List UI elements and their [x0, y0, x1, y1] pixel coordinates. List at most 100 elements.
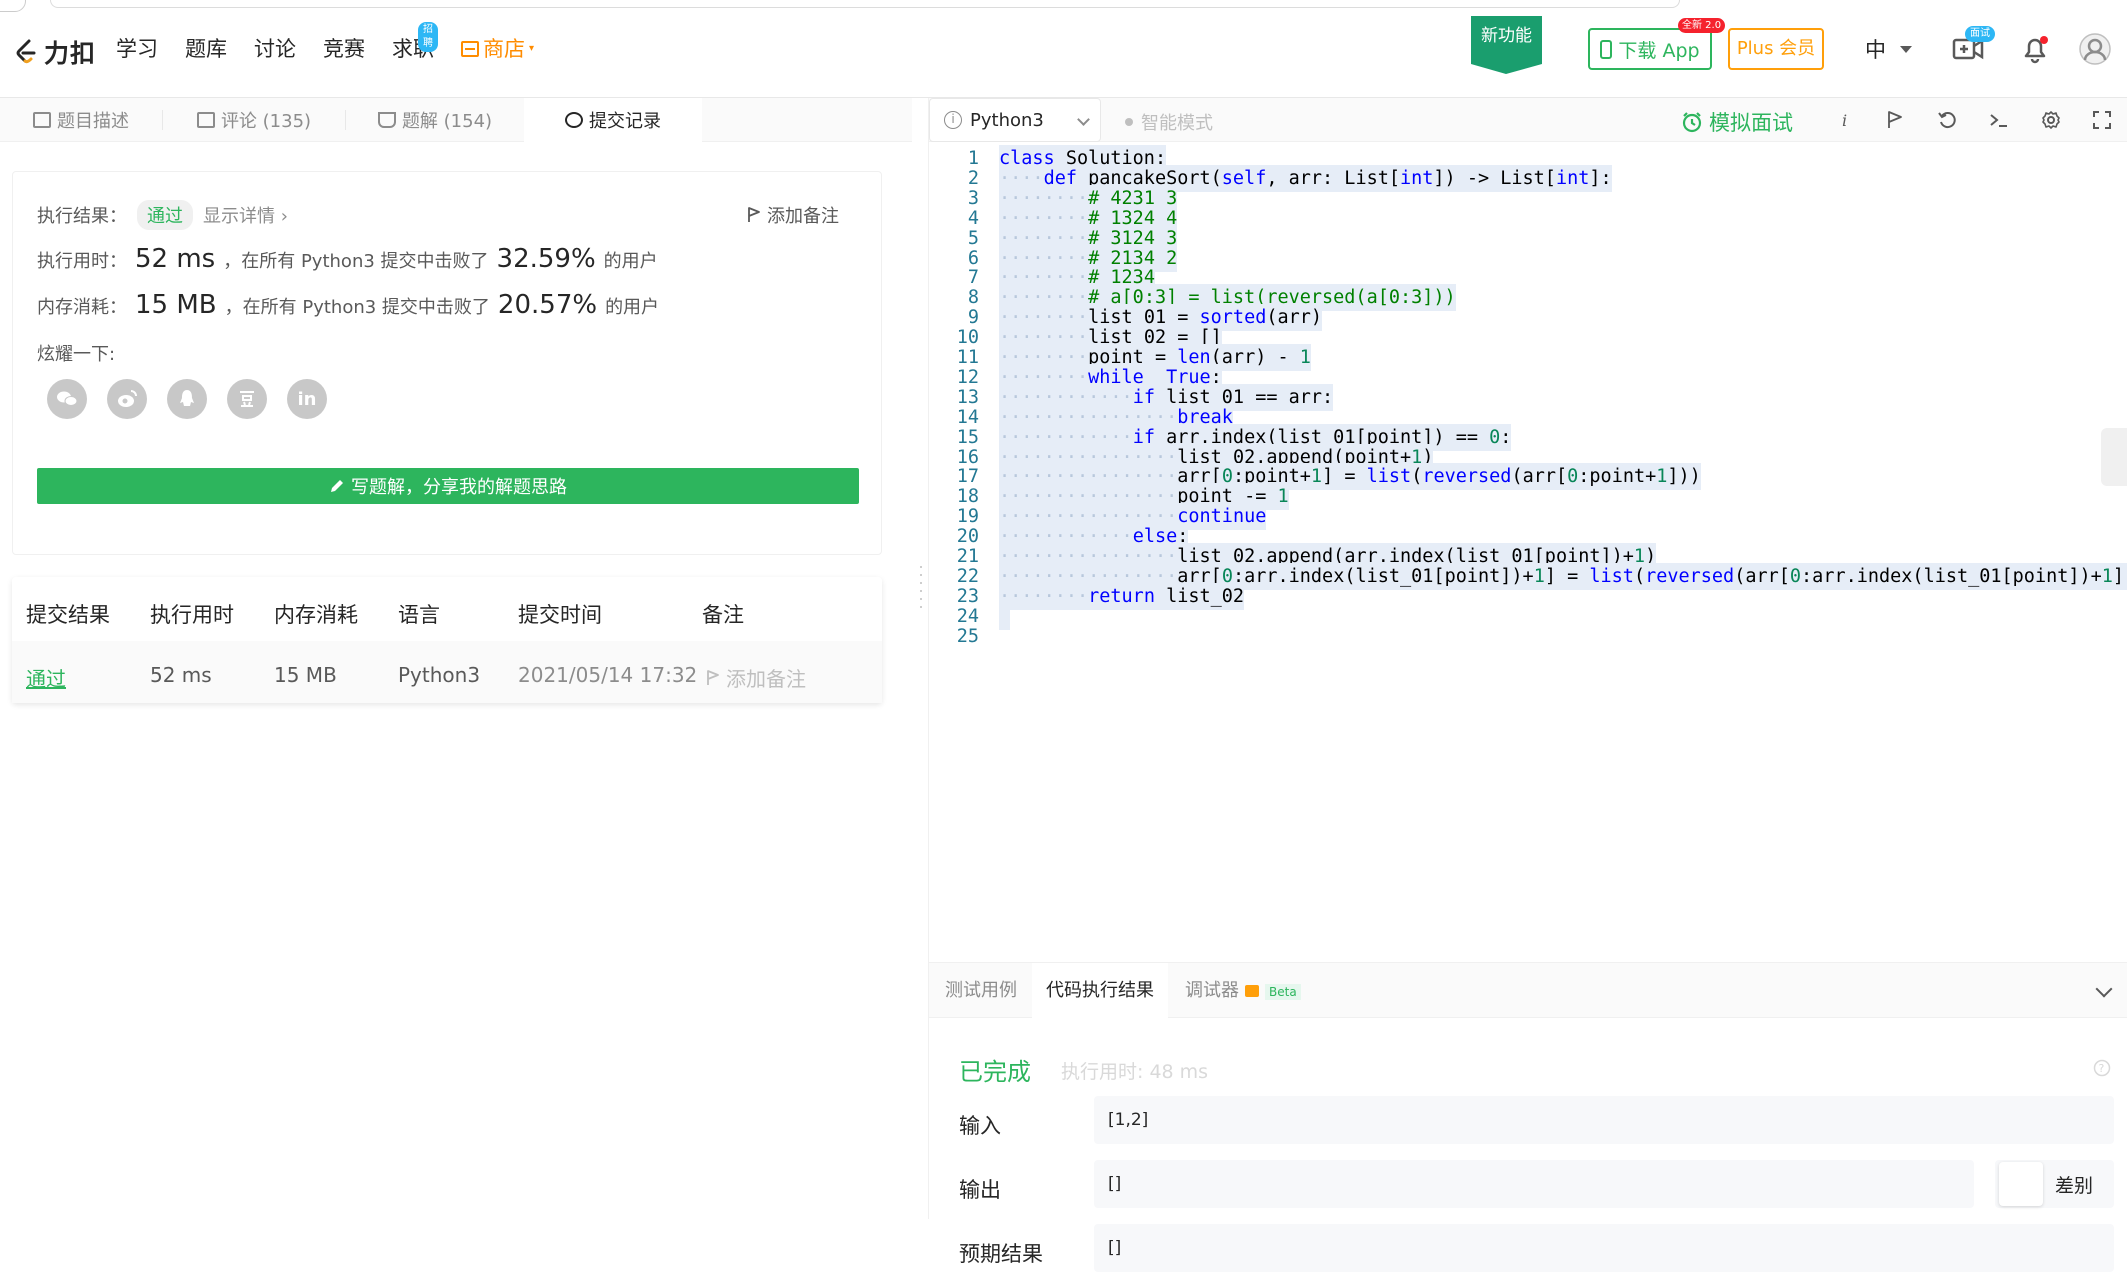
runtime-label: 执行用时：: [37, 251, 127, 272]
tab-comments[interactable]: 评论 (135): [163, 98, 345, 142]
pencil-icon: [331, 480, 343, 492]
row-add-note-button[interactable]: 添加备注: [706, 663, 806, 692]
submissions-table: 提交结果 执行用时 内存消耗 语言 提交时间 备注 通过 52 ms 15 MB…: [12, 577, 882, 703]
runtime-text: ，在所有 Python3 提交中击败了: [223, 251, 489, 272]
nav-store[interactable]: 商店 ▾: [461, 34, 534, 64]
phone-icon: [1600, 39, 1613, 59]
row-submit-time: 2021/05/14 17:32: [518, 663, 698, 687]
store-icon: [461, 41, 479, 57]
wechat-icon[interactable]: [47, 379, 87, 419]
table-row[interactable]: 通过 52 ms 15 MB Python3 2021/05/14 17:32 …: [12, 641, 882, 703]
clock-icon: [565, 112, 583, 128]
submission-panel: 执行结果： 通过 显示详情 › 添加备注 执行用时： 52 ms ，在所有 Py…: [0, 142, 912, 1219]
output-label: 输出: [959, 1178, 1001, 1202]
problem-tabs: 题目描述 评论 (135) 题解 (154) 提交记录: [0, 98, 912, 142]
input-label: 输入: [959, 1114, 1001, 1138]
interview-badge: 面试: [1965, 26, 1995, 42]
jobs-badge: 招聘: [418, 22, 438, 52]
nav-jobs[interactable]: 求职 招聘: [392, 22, 438, 64]
language-switch[interactable]: 中: [1865, 34, 1912, 64]
logo-text: 力扣: [44, 39, 97, 68]
language-select[interactable]: i Python3: [929, 98, 1101, 142]
panel-resize-handle[interactable]: [919, 560, 923, 620]
tab-testcase[interactable]: 测试用例: [945, 963, 1017, 1019]
tab-description-label: 题目描述: [57, 111, 129, 132]
run-exec-time: 执行用时: 48 ms: [1061, 1061, 1209, 1083]
show-detail-label: 显示详情: [203, 206, 275, 227]
nav-contest[interactable]: 竞赛: [323, 34, 365, 64]
language-label: 中: [1865, 38, 1886, 62]
smart-mode-dot-icon: [1125, 118, 1133, 126]
console-tabs: 测试用例 代码执行结果 调试器 Beta: [929, 962, 2127, 1019]
plus-member-button[interactable]: Plus 会员: [1728, 28, 1824, 70]
tab-submissions-label: 提交记录: [589, 111, 661, 132]
share-icons: in: [47, 379, 327, 419]
tab-comments-label: 评论 (135): [220, 111, 312, 132]
leetcode-logo[interactable]: 力扣: [12, 34, 96, 70]
tab-run-result[interactable]: 代码执行结果: [1032, 963, 1168, 1019]
tab-solutions-label: 题解 (154): [401, 111, 493, 132]
nav-problems[interactable]: 题库: [185, 34, 227, 64]
memory-value: 15 MB: [135, 290, 217, 320]
diff-toggle[interactable]: 差别: [1995, 1160, 2114, 1208]
description-icon: [33, 112, 51, 128]
show-detail-link[interactable]: 显示详情 ›: [203, 202, 288, 228]
write-solution-button[interactable]: 写题解，分享我的解题思路: [37, 468, 859, 504]
editor-panel: i Python3 智能模式 模拟面试 i 1 class Solution: 2 ·…: [928, 98, 2127, 1272]
runtime-percent: 32.59%: [496, 244, 596, 274]
share-label: 炫耀一下:: [37, 344, 116, 365]
mock-interview-label: 模拟面试: [1709, 111, 1793, 135]
runtime-line: 执行用时： 52 ms ，在所有 Python3 提交中击败了 32.59% 的…: [37, 244, 658, 274]
svg-text:i: i: [1842, 111, 1847, 130]
qq-icon[interactable]: [167, 379, 207, 419]
row-language: Python3: [398, 663, 481, 687]
col-language: 语言: [398, 603, 440, 627]
add-note-button[interactable]: 添加备注: [747, 202, 839, 228]
row-result-link[interactable]: 通过: [26, 663, 66, 692]
weibo-icon[interactable]: [107, 379, 147, 419]
memory-percent: 20.57%: [497, 290, 598, 320]
editor-toolbar: i Python3 智能模式 模拟面试 i: [929, 98, 2127, 142]
app-new-badge: 全新 2.0: [1678, 18, 1726, 33]
new-feature-ribbon[interactable]: 新功能: [1471, 16, 1542, 74]
table-header: 提交结果 执行用时 内存消耗 语言 提交时间 备注: [12, 577, 882, 641]
download-app-button[interactable]: 下载 App 全新 2.0: [1588, 18, 1726, 70]
nav-discuss[interactable]: 讨论: [254, 34, 296, 64]
nav-learn[interactable]: 学习: [116, 34, 158, 64]
user-avatar-icon[interactable]: [2079, 33, 2111, 65]
caret-down-icon: [1900, 45, 1912, 53]
tab-debugger[interactable]: 调试器 Beta: [1185, 963, 1301, 1019]
code-editor[interactable]: 1 class Solution: 2 ····def pancakeSort(sel…: [929, 142, 2127, 942]
input-value-box[interactable]: [1,2]: [1094, 1096, 2114, 1144]
browser-address-bar-edge: [50, 0, 1680, 8]
share-line: 炫耀一下:: [37, 340, 115, 366]
col-runtime: 执行用时: [150, 603, 234, 627]
fullscreen-icon[interactable]: [2092, 110, 2112, 130]
help-circle-icon[interactable]: ?: [2093, 1059, 2111, 1077]
smart-mode-toggle[interactable]: 智能模式: [1125, 109, 1213, 135]
douban-icon[interactable]: [227, 379, 267, 419]
tab-solutions[interactable]: 题解 (154): [346, 98, 524, 142]
tab-description[interactable]: 题目描述: [0, 98, 162, 142]
terminal-icon[interactable]: [1989, 110, 2009, 130]
reset-icon[interactable]: [1937, 110, 1957, 130]
settings-gear-icon[interactable]: [2041, 110, 2061, 130]
flag-icon[interactable]: [1885, 110, 1905, 130]
result-label: 执行结果：: [37, 206, 127, 227]
smart-mode-label: 智能模式: [1141, 113, 1213, 134]
notification-bell-icon[interactable]: [2020, 34, 2050, 64]
side-panel-handle[interactable]: [2101, 428, 2127, 486]
linkedin-icon[interactable]: in: [287, 379, 327, 419]
tab-submissions[interactable]: 提交记录: [524, 98, 702, 142]
col-submit-time: 提交时间: [518, 603, 602, 627]
run-status: 已完成: [959, 1058, 1031, 1086]
memory-users-text: 的用户: [605, 297, 660, 318]
language-select-value: Python3: [970, 109, 1044, 131]
write-solution-label: 写题解，分享我的解题思路: [351, 477, 567, 498]
collapse-chevron-icon[interactable]: [2095, 980, 2113, 998]
mock-interview-button[interactable]: 模拟面试: [1681, 107, 1793, 137]
console-panel: 测试用例 代码执行结果 调试器 Beta 已完成 执行用时: 48 ms ? 输入…: [929, 962, 2127, 1272]
col-memory: 内存消耗: [274, 603, 358, 627]
info-italic-icon[interactable]: i: [1835, 110, 1855, 130]
